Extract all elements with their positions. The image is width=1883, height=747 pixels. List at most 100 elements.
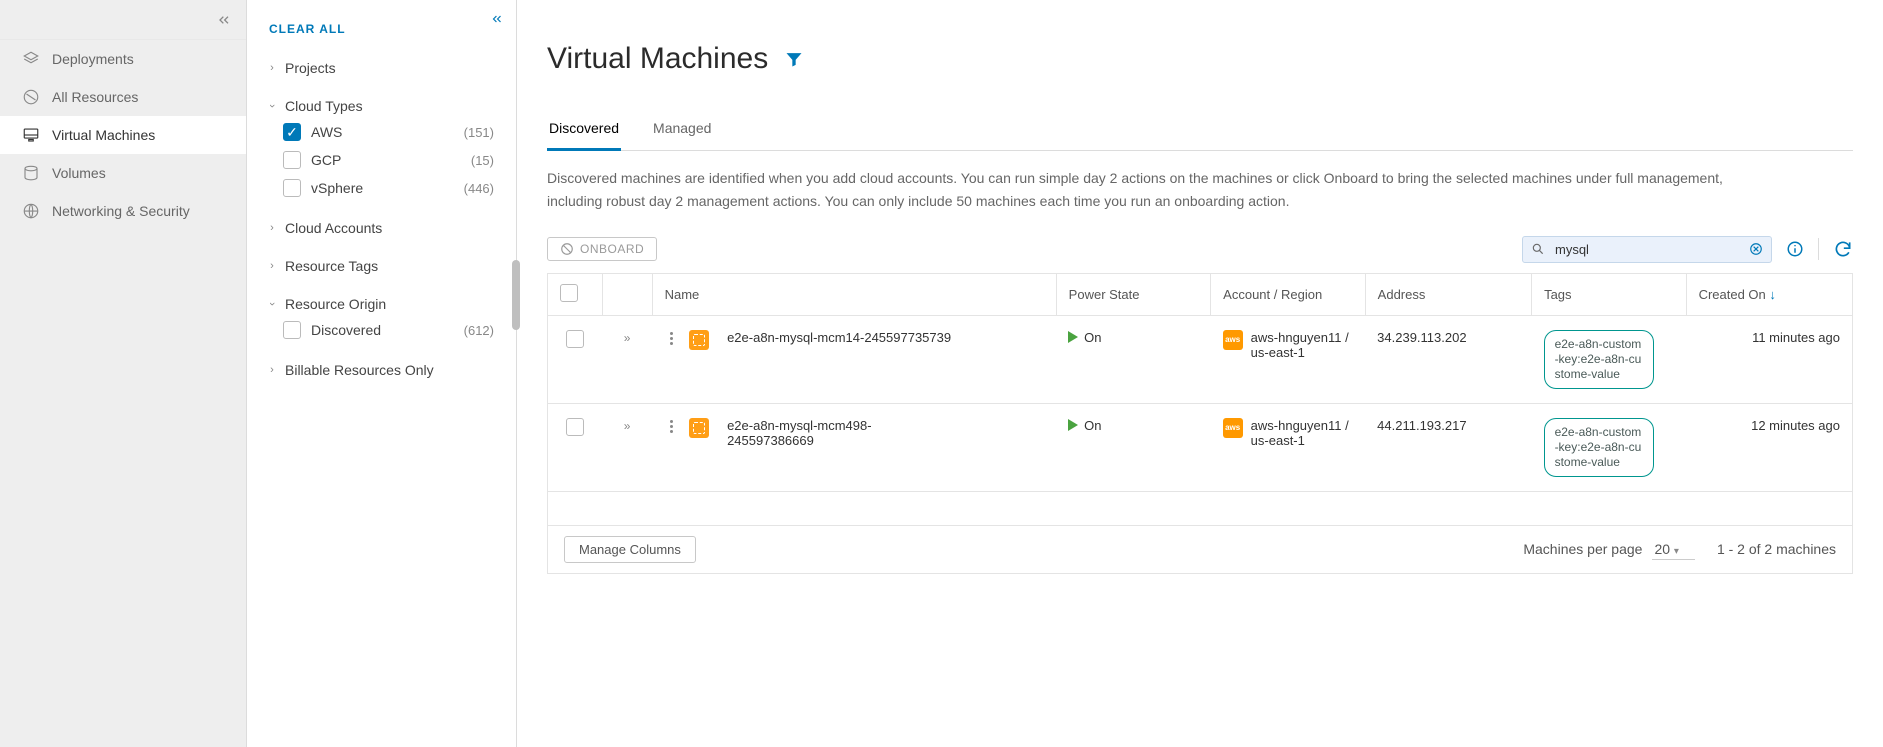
sidebar-item-all-resources[interactable]: All Resources [0,78,246,116]
clear-all-link[interactable]: CLEAR ALL [261,14,502,56]
filter-icon[interactable] [784,49,804,69]
col-power[interactable]: Power State [1056,273,1211,315]
chevron-right-icon: › [267,62,277,74]
vm-name[interactable]: e2e-a8n-mysql-mcm14-245597735739 [727,330,951,345]
per-page-label: Machines per page [1523,541,1642,557]
filter-option-gcp[interactable]: GCP (15) [283,146,502,174]
select-all-checkbox[interactable] [560,284,578,302]
filter-panel: CLEAR ALL › Projects › Cloud Types ✓AWS (1… [247,0,517,747]
tabs: Discovered Managed [547,110,1853,151]
option-count: (15) [471,153,494,168]
tag-chip[interactable]: e2e-a8n-custom-key:e2e-a8n-custome-value [1544,418,1654,477]
created-cell: 12 minutes ago [1686,403,1852,491]
chevron-right-icon: › [267,260,277,272]
toolbar-divider [1818,238,1819,260]
sidebar-collapse-button[interactable] [0,0,246,40]
onboard-button[interactable]: ONBOARD [547,237,657,261]
search-input-wrapper[interactable] [1522,236,1772,263]
checkbox-icon [283,321,301,339]
page-title: Virtual Machines [547,42,768,76]
resources-icon [22,88,40,106]
filter-billable-toggle[interactable]: › Billable Resources Only [261,358,502,382]
row-actions-menu[interactable] [664,330,679,347]
col-address[interactable]: Address [1365,273,1531,315]
option-label: GCP [311,152,341,168]
tag-chip[interactable]: e2e-a8n-custom-key:e2e-a8n-custome-value [1544,330,1654,389]
table-row-empty [548,491,1853,525]
filter-cloud-accounts-toggle[interactable]: › Cloud Accounts [261,216,502,240]
filter-label: Resource Origin [285,296,386,312]
running-icon [1068,419,1078,431]
col-tags[interactable]: Tags [1532,273,1687,315]
double-chevron-left-icon [490,12,504,26]
sidebar-item-networking-security[interactable]: Networking & Security [0,192,246,230]
search-input[interactable] [1553,241,1741,258]
checkbox-checked-icon: ✓ [283,123,301,141]
expand-column-header [602,273,652,315]
power-state: On [1068,330,1101,345]
checkbox-icon [283,151,301,169]
table-footer: Manage Columns Machines per page 20 ▾ 1 … [547,526,1853,574]
search-icon [1531,242,1545,256]
ec2-icon [689,330,709,350]
filter-scrollbar[interactable] [512,260,520,330]
ec2-icon [689,418,709,438]
filter-label: Cloud Types [285,98,363,114]
info-icon [1786,240,1804,258]
aws-icon: aws [1223,330,1243,350]
filter-cloud-types-toggle[interactable]: › Cloud Types [261,94,502,118]
filter-label: Projects [285,60,336,76]
chevron-down-icon: › [266,101,278,111]
col-created[interactable]: Created On [1686,273,1852,315]
filter-projects-toggle[interactable]: › Projects [261,56,502,80]
sidebar-item-label: All Resources [52,89,138,105]
vm-table: Name Power State Account / Region Addres… [547,273,1853,526]
tab-discovered[interactable]: Discovered [547,110,621,151]
filter-resource-origin-toggle[interactable]: › Resource Origin [261,292,502,316]
chevron-right-icon: › [267,222,277,234]
filters-collapse-button[interactable] [490,12,504,26]
filter-option-vsphere[interactable]: vSphere (446) [283,174,502,202]
table-row: » e2e-a8n-mysql-mcm14-245597735739 On aw… [548,315,1853,403]
expand-row-button[interactable]: » [624,331,631,345]
deployments-icon [22,50,40,68]
clear-search-button[interactable] [1749,242,1763,256]
refresh-button[interactable] [1833,239,1853,259]
filter-label: Billable Resources Only [285,362,434,378]
account-text: aws-hnguyen11 / us-east-1 [1251,330,1351,360]
volumes-icon [22,164,40,182]
aws-icon: aws [1223,418,1243,438]
app-root: Deployments All Resources Virtual Machin… [0,0,1883,747]
account-text: aws-hnguyen11 / us-east-1 [1251,418,1351,448]
onboard-label: ONBOARD [580,242,644,256]
running-icon [1068,331,1078,343]
row-checkbox[interactable] [566,330,584,348]
col-name[interactable]: Name [652,273,1056,315]
chevron-down-icon: ▾ [1674,546,1679,557]
vm-name[interactable]: e2e-a8n-mysql-mcm498-245597386669 [727,418,957,448]
sidebar-item-deployments[interactable]: Deployments [0,40,246,78]
sidebar-item-label: Volumes [52,165,106,181]
power-state: On [1068,418,1101,433]
page-description: Discovered machines are identified when … [547,167,1767,212]
expand-row-button[interactable]: » [624,419,631,433]
filter-label: Cloud Accounts [285,220,382,236]
filter-label: Resource Tags [285,258,378,274]
info-button[interactable] [1786,240,1804,258]
per-page-select[interactable]: 20 ▾ [1652,539,1695,560]
main-content: Virtual Machines Discovered Managed Disc… [517,0,1883,747]
chevron-down-icon: › [266,299,278,309]
refresh-icon [1833,239,1853,259]
tab-managed[interactable]: Managed [651,110,713,150]
chevron-right-icon: › [267,364,277,376]
filter-resource-tags-toggle[interactable]: › Resource Tags [261,254,502,278]
manage-columns-button[interactable]: Manage Columns [564,536,696,563]
row-checkbox[interactable] [566,418,584,436]
sidebar-item-virtual-machines[interactable]: Virtual Machines [0,116,246,154]
sidebar-item-volumes[interactable]: Volumes [0,154,246,192]
col-account[interactable]: Account / Region [1211,273,1366,315]
row-actions-menu[interactable] [664,418,679,435]
filter-option-aws[interactable]: ✓AWS (151) [283,118,502,146]
address-cell: 34.239.113.202 [1365,315,1531,403]
filter-option-discovered[interactable]: Discovered (612) [283,316,502,344]
